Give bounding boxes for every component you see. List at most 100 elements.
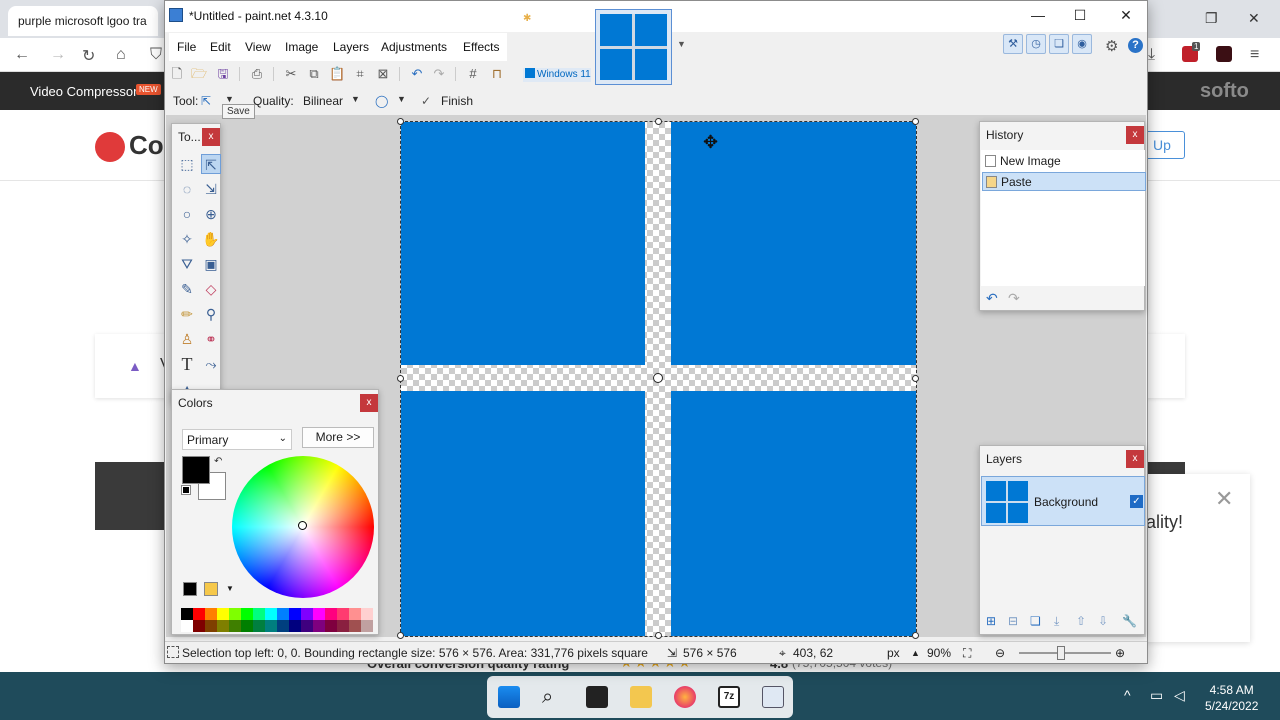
history-toggle-icon[interactable]: ◷ — [1026, 34, 1046, 54]
print-icon[interactable]: ⎙ — [249, 66, 265, 82]
add-layer-icon[interactable]: ⊞ — [986, 614, 996, 628]
palette-swatch[interactable] — [265, 620, 277, 632]
units-dropdown-icon[interactable]: ▲ — [911, 648, 920, 658]
image-list-chevron-icon[interactable]: ▼ — [677, 39, 686, 49]
zoom-slider-thumb[interactable] — [1057, 646, 1065, 660]
browser-restore-icon[interactable]: ❐ — [1205, 10, 1218, 27]
menu-icon[interactable]: ≡ — [1250, 46, 1259, 64]
palette-swatch[interactable] — [289, 620, 301, 632]
pencil-tool-icon[interactable]: ✏ — [177, 304, 197, 324]
zoom-to-fit-icon[interactable]: ⛶ — [963, 646, 971, 661]
palette-swatch[interactable] — [313, 620, 325, 632]
recolor-tool-icon[interactable]: ⚭ — [201, 329, 221, 349]
color-mode-select[interactable]: Primary ⌄ — [182, 429, 292, 450]
layer-visibility-checkbox[interactable]: ✓ — [1130, 495, 1143, 508]
home-icon[interactable]: ⌂ — [116, 46, 126, 64]
menu-image[interactable]: Image — [285, 40, 318, 54]
text-tool-icon[interactable]: T — [177, 354, 197, 374]
move-layer-down-icon[interactable]: ⇩ — [1098, 614, 1108, 628]
volume-icon[interactable]: ◁ — [1174, 687, 1185, 704]
palette-swatch[interactable] — [217, 608, 229, 620]
history-item-paste[interactable]: Paste — [982, 172, 1146, 191]
handle-bottom-right[interactable] — [912, 632, 919, 639]
close-icon[interactable]: ✕ — [1215, 486, 1233, 512]
handle-top-left[interactable] — [397, 118, 404, 125]
add-to-palette-icon[interactable] — [183, 582, 197, 596]
tray-chevron-icon[interactable]: ^ — [1124, 687, 1131, 703]
reset-colors-icon[interactable] — [181, 485, 191, 495]
palette-swatch[interactable] — [193, 620, 205, 632]
clock[interactable]: 4:58 AM 5/24/2022 — [1205, 682, 1258, 714]
paintnet-app-icon[interactable] — [169, 8, 183, 22]
close-button[interactable]: ✕ — [1111, 7, 1141, 24]
new-icon[interactable]: 🗋 — [169, 66, 185, 82]
handle-top-right[interactable] — [912, 118, 919, 125]
cut-icon[interactable]: ✂ — [283, 66, 299, 82]
move-selection-tool-icon[interactable]: ⇱ — [201, 94, 211, 108]
paintnet-taskbar-icon[interactable] — [762, 686, 784, 708]
palette-swatch[interactable] — [325, 608, 337, 620]
minimize-button[interactable]: — — [1023, 7, 1053, 23]
undo-icon[interactable]: ↶ — [409, 66, 425, 82]
image-canvas[interactable]: ✥ — [397, 118, 919, 639]
forward-icon[interactable]: → — [50, 46, 66, 64]
start-icon[interactable] — [498, 686, 520, 708]
color-wheel-marker[interactable] — [298, 521, 307, 530]
palette-swatch[interactable] — [241, 620, 253, 632]
rectangle-select-tool-icon[interactable]: ⬚ — [177, 154, 197, 174]
quality-dropdown-icon[interactable]: ▼ — [351, 94, 360, 104]
firefox-icon[interactable] — [674, 686, 696, 708]
palette-swatch[interactable] — [289, 608, 301, 620]
palette-swatch[interactable] — [205, 620, 217, 632]
shield-icon[interactable]: ⛉ — [150, 46, 162, 64]
palette-swatch[interactable] — [349, 620, 361, 632]
copy-icon[interactable]: ⧉ — [306, 66, 322, 82]
history-panel-close-button[interactable]: x — [1126, 126, 1144, 144]
units-select[interactable]: px — [887, 646, 900, 660]
tool-dropdown-icon[interactable]: ▼ — [225, 94, 234, 104]
palette-swatch[interactable] — [205, 608, 217, 620]
network-icon[interactable]: ▭ — [1150, 687, 1163, 704]
paint-bucket-tool-icon[interactable]: ⛛ — [177, 254, 197, 274]
layer-row-background[interactable]: Background ✓ — [981, 476, 1145, 526]
palette-options-icon[interactable] — [204, 582, 218, 596]
paintbrush-tool-icon[interactable]: ✎ — [177, 279, 197, 299]
ruler-icon[interactable]: ⊓ — [489, 66, 505, 82]
clone-stamp-tool-icon[interactable]: ♙ — [177, 329, 197, 349]
menu-edit[interactable]: Edit — [210, 40, 231, 54]
zoom-tool-icon[interactable]: ⊕ — [201, 204, 221, 224]
zoom-level[interactable]: 90% — [927, 646, 951, 660]
palette-swatch[interactable] — [229, 608, 241, 620]
swap-colors-icon[interactable]: ↶ — [214, 456, 222, 467]
7zip-icon[interactable]: 7z — [718, 686, 740, 708]
search-icon[interactable]: ⌕ — [542, 686, 564, 708]
task-view-icon[interactable] — [586, 686, 608, 708]
handle-left[interactable] — [397, 375, 404, 382]
zoom-in-icon[interactable]: ⊕ — [1115, 646, 1125, 660]
blend-dropdown-icon[interactable]: ▼ — [397, 94, 406, 104]
palette-swatch[interactable] — [337, 608, 349, 620]
palette-swatch[interactable] — [217, 620, 229, 632]
reload-icon[interactable]: ↻ — [82, 46, 95, 66]
gradient-tool-icon[interactable]: ▣ — [201, 254, 221, 274]
open-icon[interactable]: 🗁 — [191, 66, 207, 82]
maximize-button[interactable]: ☐ — [1065, 7, 1095, 24]
tools-panel-close-button[interactable]: x — [202, 128, 220, 146]
settings-gear-icon[interactable]: ⚙ — [1105, 37, 1118, 55]
finish-button[interactable]: Finish — [441, 94, 473, 108]
lasso-tool-icon[interactable]: ◌ — [177, 179, 197, 199]
history-undo-icon[interactable]: ↶ — [986, 290, 998, 307]
grid-icon[interactable]: # — [465, 66, 481, 82]
file-explorer-icon[interactable] — [630, 686, 652, 708]
site-brand[interactable]: softo — [1200, 80, 1249, 103]
palette-swatch[interactable] — [181, 608, 193, 620]
ellipse-select-tool-icon[interactable]: ○ — [177, 204, 197, 224]
canvas-workspace[interactable]: ✥ To... x ⬚ ⇱ ◌ ⇲ ○ ⊕ ✧ ✋ ⛛ ▣ ✎ ◇ ✏ ⚲ ♙ … — [166, 115, 1146, 639]
more-colors-button[interactable]: More >> — [302, 427, 374, 448]
zoom-slider-track[interactable] — [1019, 652, 1111, 654]
layers-toggle-icon[interactable]: ❏ — [1049, 34, 1069, 54]
zoom-out-icon[interactable]: ⊖ — [995, 646, 1005, 660]
palette-swatch[interactable] — [337, 620, 349, 632]
layer-properties-icon[interactable]: 🔧 — [1122, 614, 1137, 628]
site-logo[interactable]: Co — [95, 130, 164, 163]
